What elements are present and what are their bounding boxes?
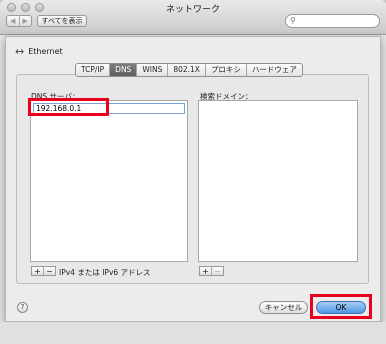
domain-add-remove: + − xyxy=(199,266,224,276)
search-field[interactable]: ⚲ xyxy=(285,14,380,28)
search-domains-list[interactable] xyxy=(198,100,358,262)
settings-tabs: TCP/IP DNS WINS 802.1X プロキシ ハードウェア xyxy=(75,63,303,77)
dns-address-hint: IPv4 または IPv6 アドレス xyxy=(59,268,151,277)
ethernet-icon: ↔ xyxy=(15,45,25,58)
tab-dns[interactable]: DNS xyxy=(110,64,138,76)
dns-add-remove: + − xyxy=(31,266,56,276)
tab-tcpip[interactable]: TCP/IP xyxy=(76,64,111,76)
forward-arrow-icon[interactable]: ▶ xyxy=(20,16,32,26)
tab-proxies[interactable]: プロキシ xyxy=(206,64,247,76)
dns-server-entry[interactable]: 192.168.0.1 xyxy=(33,103,185,114)
remove-search-domain-button[interactable]: − xyxy=(212,267,223,276)
tab-hardware[interactable]: ハードウェア xyxy=(247,64,302,76)
add-search-domain-button[interactable]: + xyxy=(200,267,212,276)
title-bar: ネットワーク ◀ ▶ すべてを表示 ⚲ xyxy=(0,0,386,35)
back-forward-control: ◀ ▶ xyxy=(6,15,32,27)
show-all-button[interactable]: すべてを表示 xyxy=(37,15,87,27)
interface-header: ↔ Ethernet xyxy=(15,45,63,58)
dns-servers-list[interactable]: 192.168.0.1 xyxy=(30,100,188,262)
window-footer xyxy=(0,322,386,344)
interface-name: Ethernet xyxy=(28,47,63,56)
cancel-button[interactable]: キャンセル xyxy=(259,301,308,314)
help-button[interactable]: ? xyxy=(17,302,28,313)
network-preferences-window: ネットワーク ◀ ▶ すべてを表示 ⚲ ↔ Ethernet TCP/IP DN… xyxy=(0,0,386,344)
remove-dns-server-button[interactable]: − xyxy=(44,267,55,276)
tab-wins[interactable]: WINS xyxy=(137,64,169,76)
back-arrow-icon[interactable]: ◀ xyxy=(7,16,20,26)
ok-button[interactable]: OK xyxy=(316,301,366,314)
tab-8021x[interactable]: 802.1X xyxy=(168,64,206,76)
add-dns-server-button[interactable]: + xyxy=(32,267,44,276)
search-icon: ⚲ xyxy=(290,16,296,25)
